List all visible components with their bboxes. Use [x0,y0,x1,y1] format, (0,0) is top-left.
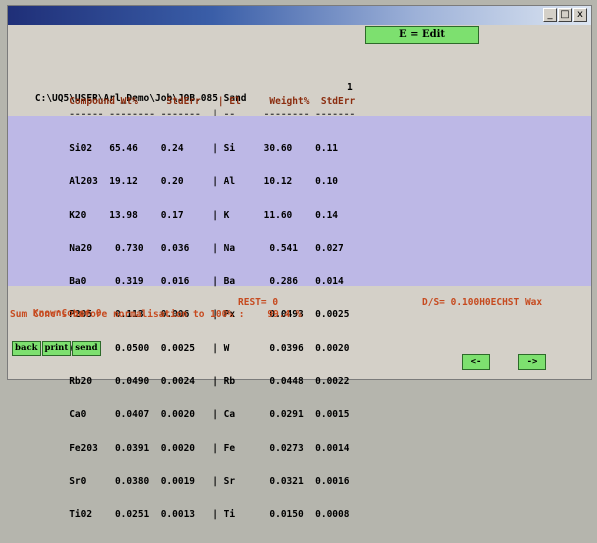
results-panel: Si02 65.46 0.24 | Si 30.60 0.11 Al203 19… [8,116,591,520]
maximize-button[interactable]: □ [558,8,572,22]
table-row: Si02 65.46 0.24 | Si 30.60 0.11 [12,143,349,154]
table-row: Ba0 0.319 0.016 | Ba 0.286 0.014 [12,276,349,287]
table-row-text: Ca0 0.0407 0.0020 | Ca 0.0291 0.0015 [69,409,350,421]
table-row-text: Na20 0.730 0.036 | Na 0.541 0.027 [69,242,344,254]
close-button[interactable]: x [573,8,587,22]
table-row: Fe203 0.0391 0.0020 | Fe 0.0273 0.0014 [12,443,349,454]
sum-conc-line: Sum Conc's before normalisation to 100% … [10,309,302,320]
table-row-text: Ba0 0.319 0.016 | Ba 0.286 0.014 [69,276,344,288]
back-button[interactable]: back [12,341,41,356]
table-header-text: Compound Wt% StdErr | El Weight% StdErr [69,96,356,107]
action-buttons: back print send [12,341,101,356]
minimize-button[interactable]: _ [543,8,557,22]
table-row: Na20 0.730 0.036 | Na 0.541 0.027 [12,243,349,254]
application-window: _ □ x E = Edit C:\UQ5\USER\Arl_Demo\Job\… [7,5,592,520]
table-row: Rb20 0.0490 0.0024 | Rb 0.0448 0.0022 [12,376,349,387]
title-bar[interactable]: _ □ x [8,6,591,25]
previous-button[interactable]: <- [462,354,490,370]
table-row-text: Si02 65.46 0.24 | Si 30.60 0.11 [69,143,339,154]
table-row-text: W03 0.0500 0.0025 | W 0.0396 0.0020 [69,342,350,354]
window-controls: _ □ x [543,8,587,22]
job-number: 1 [347,82,353,93]
table-row: Ti02 0.0251 0.0013 | Ti 0.0150 0.0008 [12,509,349,520]
table-row-text: K20 13.98 0.17 | K 11.60 0.14 [69,209,339,221]
next-button[interactable]: -> [518,354,546,370]
print-button[interactable]: print [41,341,72,356]
table-row-text: Sr0 0.0380 0.0019 | Sr 0.0321 0.0016 [69,475,350,487]
table-row-text: Rb20 0.0490 0.0024 | Rb 0.0448 0.0022 [69,376,350,388]
send-button[interactable]: send [72,341,101,356]
rest-value: REST= 0 [238,297,279,308]
edit-button[interactable]: E = Edit [365,26,479,44]
table-row: Sr0 0.0380 0.0019 | Sr 0.0321 0.0016 [12,476,349,487]
table-row-text: Al203 19.12 0.20 | Al 10.12 0.10 [69,176,339,188]
ds-value: D/S= 0.100H0ECHST Wax [422,297,543,308]
table-row-text: Fe203 0.0391 0.0020 | Fe 0.0273 0.0014 [69,442,350,454]
table-header: Compound Wt% StdErr | El Weight% StdErr [12,96,355,107]
table-row: Al203 19.12 0.20 | Al 10.12 0.10 [12,176,349,187]
table-row: Ca0 0.0407 0.0020 | Ca 0.0291 0.0015 [12,409,349,420]
table-row: K20 13.98 0.17 | K 11.60 0.14 [12,210,349,221]
table-row-text: Ti02 0.0251 0.0013 | Ti 0.0150 0.0008 [69,509,350,521]
